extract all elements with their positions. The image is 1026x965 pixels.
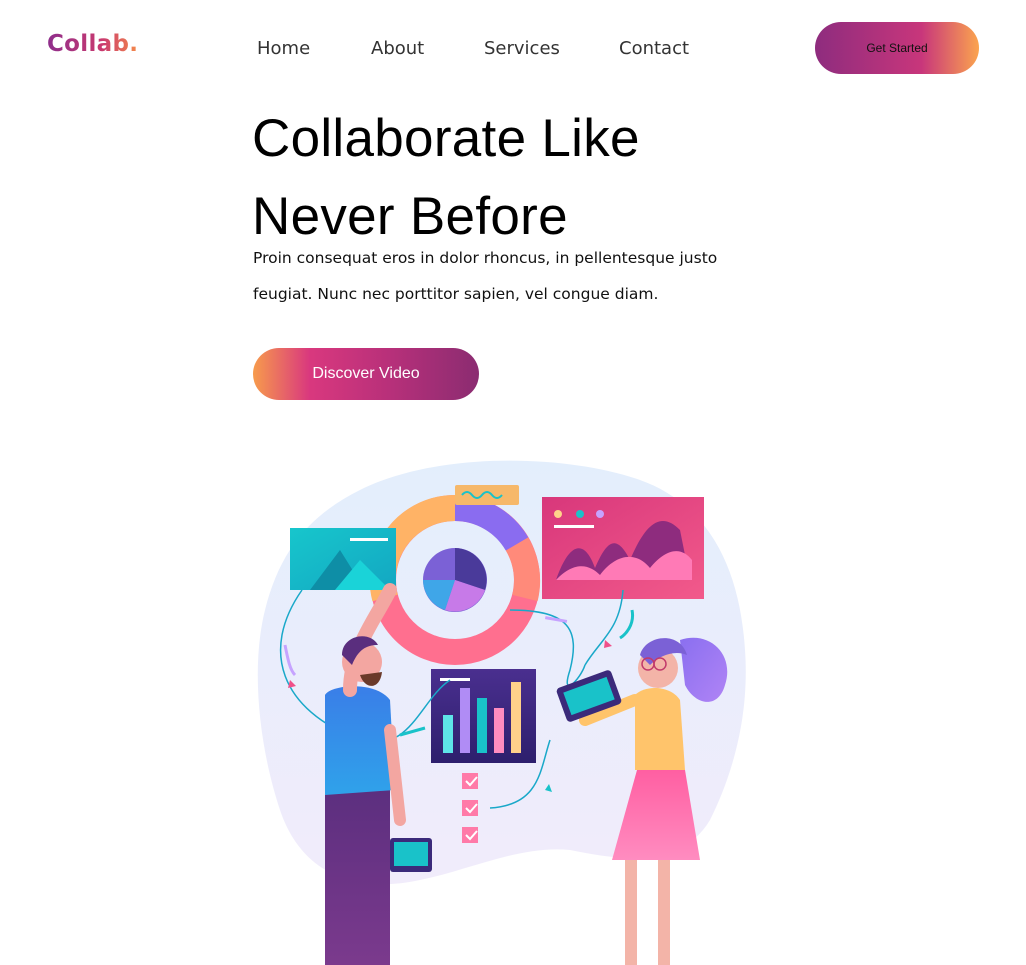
nav-item-services[interactable]: Services xyxy=(484,38,560,59)
brand-logo[interactable]: Collab. xyxy=(47,31,138,57)
get-started-button[interactable]: Get Started xyxy=(815,22,979,74)
nav-item-home[interactable]: Home xyxy=(257,38,310,59)
hero-title: Collaborate Like Never Before xyxy=(252,109,640,246)
team-collaboration-illustration xyxy=(257,460,746,965)
nav-item-contact[interactable]: Contact xyxy=(619,38,689,59)
nav-item-about[interactable]: About xyxy=(371,38,424,59)
hero-subtitle: Proin consequat eros in dolor rhoncus, i… xyxy=(253,249,718,303)
discover-video-button[interactable]: Discover Video xyxy=(253,348,479,400)
